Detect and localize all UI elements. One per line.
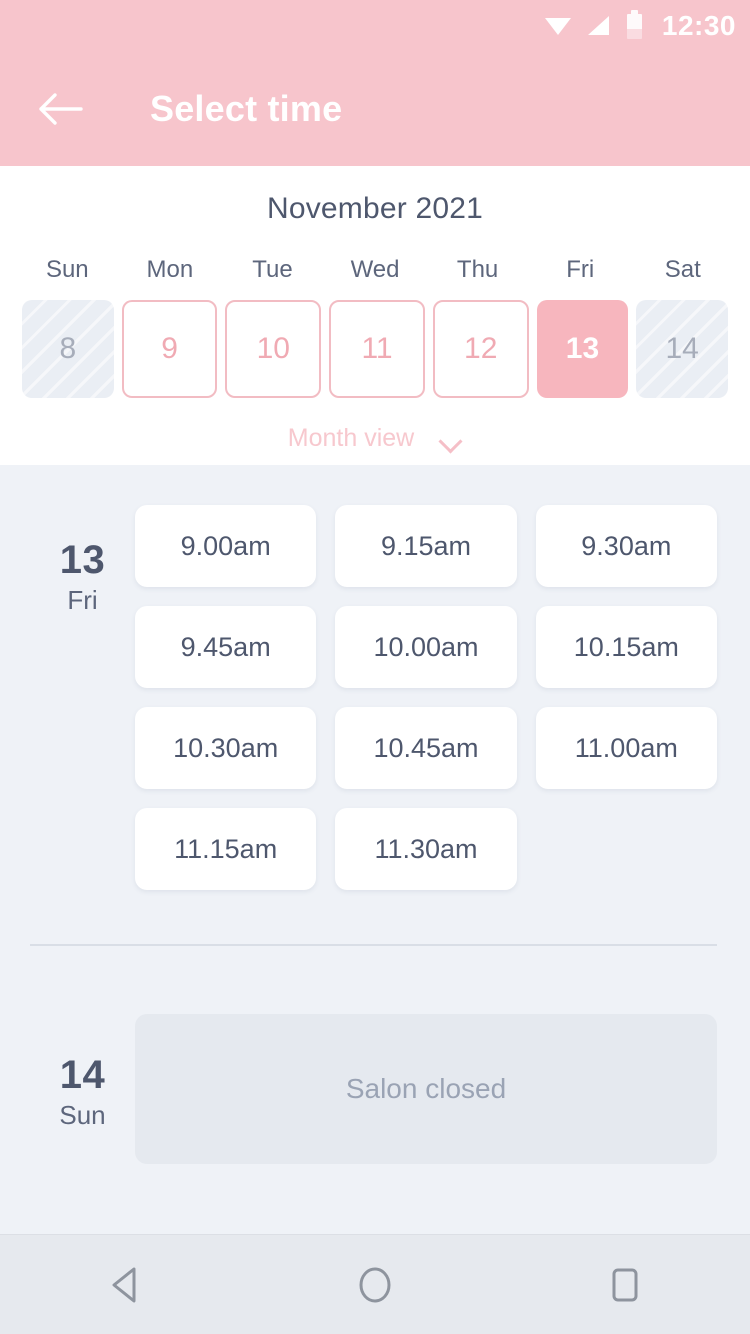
nav-back-button[interactable] (77, 1249, 173, 1321)
weekday-label: Tue (252, 256, 293, 283)
schedule-day-label: 13 Fri (30, 487, 135, 890)
nav-home-button[interactable] (327, 1249, 423, 1321)
time-slot[interactable]: 10.30am (135, 707, 317, 789)
calendar-day-9[interactable]: 9 (121, 300, 218, 398)
schedule-day-weekday: Sun (59, 1100, 106, 1130)
calendar-panel: November 2021 Sun Mon Tue Wed Thu Fri Sa… (0, 166, 750, 465)
weekday-label: Sun (45, 256, 89, 283)
time-slot[interactable]: 10.15am (535, 606, 717, 688)
time-slot-grid: 9.00am 9.15am 9.30am 9.45am 10.00am 10.1… (135, 487, 717, 890)
phone-screen: 12:30 Select time November 2021 Sun Mon … (0, 0, 750, 1334)
weekday-label: Fri (566, 256, 595, 283)
time-slot[interactable]: 10.00am (335, 606, 517, 688)
calendar-day-13[interactable]: 13 (536, 300, 629, 398)
chevron-down-icon (440, 433, 462, 445)
time-slot[interactable]: 9.15am (335, 505, 517, 587)
month-view-toggle[interactable]: Month view (0, 424, 750, 453)
status-time: 12:30 (661, 10, 736, 41)
weekday-label: Sat (664, 256, 701, 283)
nav-back-icon (112, 1267, 136, 1302)
page-title: Select time (150, 88, 343, 129)
nav-home-icon (359, 1267, 391, 1302)
calendar-weekday-header: Sun Mon Tue Wed Thu Fri Sat (0, 256, 750, 284)
schedule-day-13: 13 Fri 9.00am 9.15am 9.30am 9.45am 10.00… (0, 465, 750, 890)
schedule-day-number: 14 (59, 1053, 106, 1097)
nav-recents-button[interactable] (577, 1249, 673, 1321)
calendar-day-10[interactable]: 10 (225, 300, 322, 398)
back-button[interactable] (32, 80, 90, 138)
time-slot[interactable]: 11.30am (335, 808, 517, 890)
weekday-label: Wed (350, 256, 400, 283)
salon-closed-message: Salon closed (135, 1014, 717, 1164)
schedule-day-label: 14 Sun (30, 996, 135, 1164)
android-nav-bar (0, 1234, 750, 1334)
signal-icon (587, 15, 611, 37)
time-slot[interactable]: 9.30am (535, 505, 717, 587)
schedule-day-weekday: Fri (67, 585, 98, 615)
back-arrow-icon (39, 93, 83, 125)
weekday-label: Mon (146, 256, 194, 283)
schedule-area: 13 Fri 9.00am 9.15am 9.30am 9.45am 10.00… (0, 465, 750, 1234)
calendar-day-row: 8 9 10 11 12 13 14 (0, 300, 750, 398)
calendar-day-11[interactable]: 11 (329, 300, 425, 398)
section-divider (30, 944, 717, 946)
time-slot[interactable]: 9.00am (135, 505, 317, 587)
time-slot[interactable]: 9.45am (135, 606, 317, 688)
schedule-day-number: 13 (59, 538, 106, 582)
time-slot[interactable]: 11.15am (135, 808, 317, 890)
schedule-day-14: 14 Sun Salon closed (0, 996, 750, 1164)
calendar-day-8: 8 (22, 300, 114, 398)
nav-recents-icon (612, 1268, 638, 1301)
time-slot[interactable]: 10.45am (335, 707, 517, 789)
calendar-day-12[interactable]: 12 (432, 300, 529, 398)
time-slot[interactable]: 11.00am (535, 707, 717, 789)
calendar-month-title: November 2021 (266, 192, 484, 225)
weekday-label: Thu (456, 256, 499, 283)
app-bar: Select time (0, 52, 750, 166)
wifi-icon (544, 15, 571, 37)
month-view-label: Month view (287, 424, 415, 452)
battery-icon (626, 9, 642, 39)
status-icons: 12:30 (544, 9, 736, 42)
calendar-day-14: 14 (636, 300, 729, 398)
status-bar: 12:30 (0, 0, 750, 52)
